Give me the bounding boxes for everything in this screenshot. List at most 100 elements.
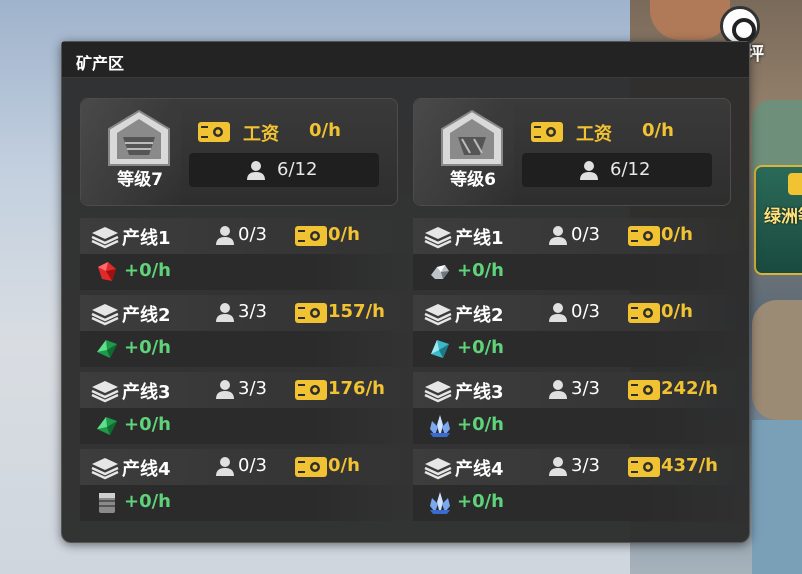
zone-workers: 6/12 xyxy=(522,153,712,187)
person-icon xyxy=(549,457,567,476)
ticket-icon xyxy=(628,303,660,323)
line-rate: +0/h xyxy=(124,491,171,512)
line-production: +0/h xyxy=(413,408,745,444)
zone-level: 等级6 xyxy=(450,170,496,190)
production-line[interactable]: 产线1 0/3 0/h +0/h xyxy=(80,218,412,290)
production-line[interactable]: 产线2 3/3 157/h +0/h xyxy=(80,295,412,367)
layers-icon xyxy=(424,227,452,249)
layers-icon xyxy=(424,458,452,480)
green-gem-icon xyxy=(97,417,117,435)
mining-area-panel: 矿产区 等级7 工资 0/h 6/12 产线1 0/3 0/h +0/h 产线2… xyxy=(61,41,750,543)
ticket-icon xyxy=(295,303,327,323)
green-gem-icon xyxy=(97,340,117,358)
hud-label: 坪 xyxy=(746,44,764,65)
metal-ingot-icon xyxy=(99,493,115,513)
panel-title: 矿产区 xyxy=(76,54,125,73)
silver-ore-icon xyxy=(431,265,449,279)
background-scenery xyxy=(752,300,802,420)
layers-icon xyxy=(91,381,119,403)
line-workers: 0/3 xyxy=(238,455,267,476)
person-icon xyxy=(247,161,265,180)
production-line[interactable]: 产线2 0/3 0/h +0/h xyxy=(413,295,745,367)
line-wage: 0/h xyxy=(328,224,360,245)
production-line[interactable]: 产线4 0/3 0/h +0/h xyxy=(80,449,412,521)
person-icon xyxy=(549,380,567,399)
line-name: 产线4 xyxy=(455,459,504,480)
layers-icon xyxy=(424,381,452,403)
red-gem-icon xyxy=(98,262,116,281)
mine-building-icon xyxy=(108,109,170,166)
blue-crystal-icon xyxy=(430,492,450,514)
line-rate: +0/h xyxy=(457,491,504,512)
ticket-icon xyxy=(198,122,230,142)
mine-building-icon xyxy=(441,109,503,166)
layers-icon xyxy=(424,304,452,326)
line-production: +0/h xyxy=(80,254,412,290)
line-production: +0/h xyxy=(413,331,745,367)
production-line[interactable]: 产线3 3/3 176/h +0/h xyxy=(80,372,412,444)
line-wage: 176/h xyxy=(328,378,385,399)
background-scenery xyxy=(752,420,802,574)
production-line[interactable]: 产线1 0/3 0/h +0/h xyxy=(413,218,745,290)
line-header: 产线3 3/3 242/h xyxy=(413,372,745,408)
zone-workers: 6/12 xyxy=(189,153,379,187)
line-header: 产线1 0/3 0/h xyxy=(80,218,412,254)
ticket-icon xyxy=(295,226,327,246)
line-name: 产线2 xyxy=(455,305,504,326)
person-icon xyxy=(216,380,234,399)
production-line[interactable]: 产线4 3/3 437/h +0/h xyxy=(413,449,745,521)
mine-zone-card[interactable]: 等级7 工资 0/h 6/12 xyxy=(80,98,398,206)
line-header: 产线1 0/3 0/h xyxy=(413,218,745,254)
line-workers: 3/3 xyxy=(571,455,600,476)
line-wage: 242/h xyxy=(661,378,718,399)
line-name: 产线3 xyxy=(455,382,504,403)
line-workers: 0/3 xyxy=(238,224,267,245)
person-icon xyxy=(549,226,567,245)
line-rate: +0/h xyxy=(124,414,171,435)
line-header: 产线2 0/3 0/h xyxy=(413,295,745,331)
ticket-icon xyxy=(788,173,802,195)
line-rate: +0/h xyxy=(124,337,171,358)
line-header: 产线4 0/3 0/h xyxy=(80,449,412,485)
layers-icon xyxy=(91,227,119,249)
line-wage: 0/h xyxy=(661,301,693,322)
line-name: 产线1 xyxy=(455,228,504,249)
wage-label: 工资 xyxy=(576,124,612,145)
workers-value: 6/12 xyxy=(610,159,651,180)
line-production: +0/h xyxy=(80,408,412,444)
ticket-icon xyxy=(628,457,660,477)
line-name: 产线4 xyxy=(122,459,171,480)
ticket-icon xyxy=(531,122,563,142)
layers-icon xyxy=(91,304,119,326)
layers-icon xyxy=(91,458,119,480)
line-rate: +0/h xyxy=(457,260,504,281)
oasis-level-badge[interactable]: 绿洲等级 xyxy=(754,165,802,275)
line-workers: 3/3 xyxy=(238,378,267,399)
line-wage: 157/h xyxy=(328,301,385,322)
ticket-icon xyxy=(628,380,660,400)
person-icon xyxy=(549,303,567,322)
cyan-gem-icon xyxy=(431,340,449,358)
line-production: +0/h xyxy=(413,485,745,521)
zone-level: 等级7 xyxy=(117,170,163,190)
line-name: 产线1 xyxy=(122,228,171,249)
ticket-icon xyxy=(628,226,660,246)
line-header: 产线2 3/3 157/h xyxy=(80,295,412,331)
line-production: +0/h xyxy=(80,485,412,521)
person-icon xyxy=(216,303,234,322)
line-header: 产线4 3/3 437/h xyxy=(413,449,745,485)
line-production: +0/h xyxy=(80,331,412,367)
line-workers: 0/3 xyxy=(571,224,600,245)
line-name: 产线3 xyxy=(122,382,171,403)
line-wage: 0/h xyxy=(328,455,360,476)
line-rate: +0/h xyxy=(457,337,504,358)
mine-zone-card[interactable]: 等级6 工资 0/h 6/12 xyxy=(413,98,731,206)
line-name: 产线2 xyxy=(122,305,171,326)
production-line[interactable]: 产线3 3/3 242/h +0/h xyxy=(413,372,745,444)
line-rate: +0/h xyxy=(124,260,171,281)
line-wage: 437/h xyxy=(661,455,718,476)
line-production: +0/h xyxy=(413,254,745,290)
line-wage: 0/h xyxy=(661,224,693,245)
line-workers: 0/3 xyxy=(571,301,600,322)
line-rate: +0/h xyxy=(457,414,504,435)
